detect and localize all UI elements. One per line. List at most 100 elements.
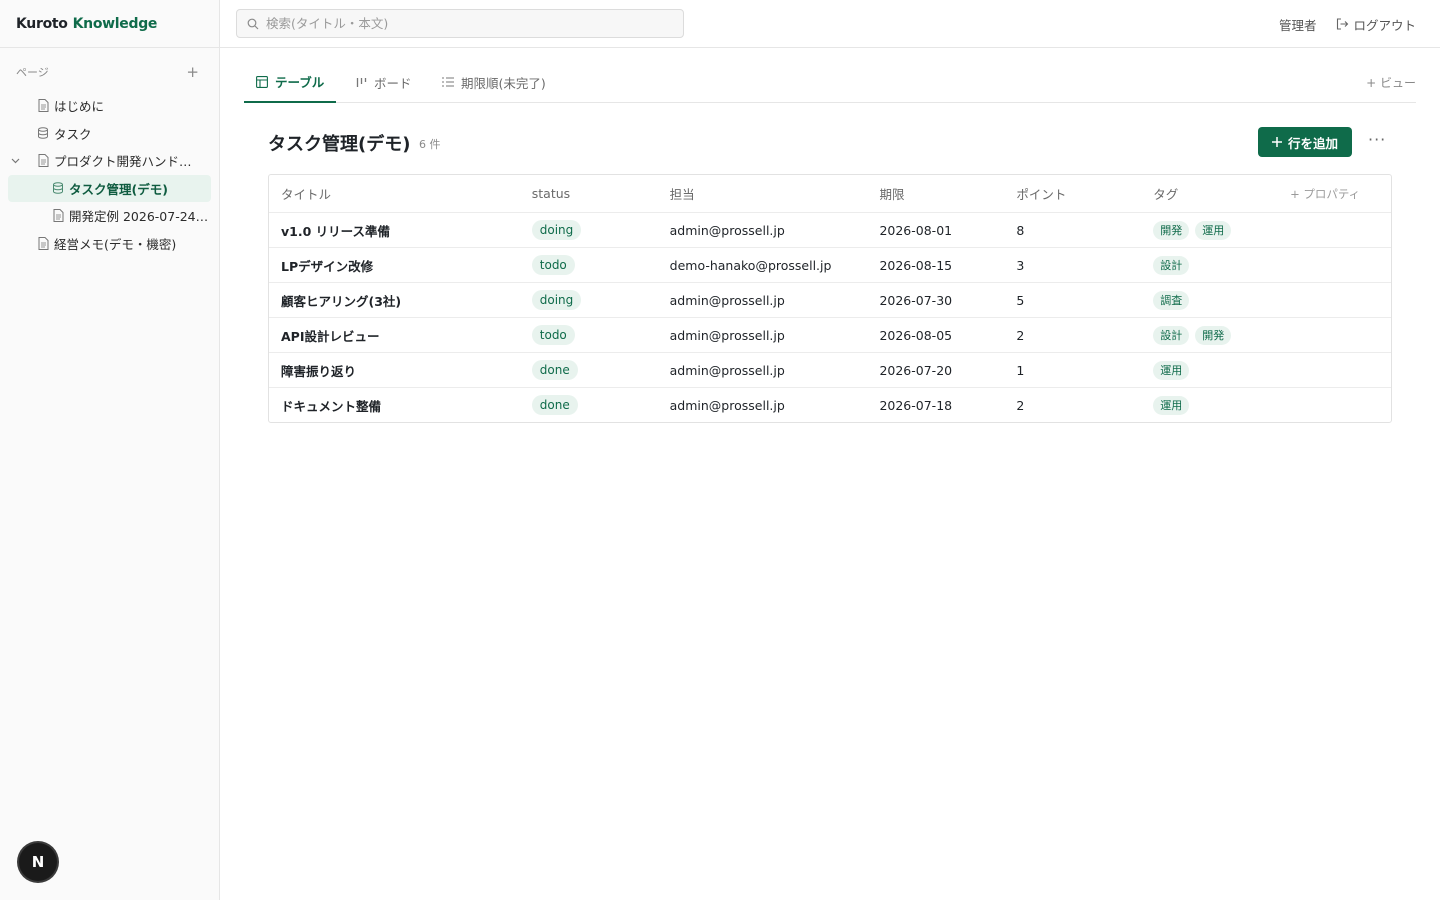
cell-due[interactable]: 2026-07-18 bbox=[867, 398, 1004, 413]
add-page-icon[interactable]: + bbox=[186, 64, 199, 80]
cell-tags[interactable]: 調査 bbox=[1141, 290, 1278, 310]
user-menu: 管理者 ログアウト bbox=[1279, 0, 1416, 48]
chevron-down-icon[interactable] bbox=[8, 158, 22, 164]
more-options-button[interactable]: ··· bbox=[1368, 130, 1386, 149]
add-row-button[interactable]: 行を追加 bbox=[1258, 127, 1352, 157]
tab-label: ボード bbox=[374, 75, 412, 91]
cell-owner[interactable]: admin@prossell.jp bbox=[658, 328, 868, 343]
logout-button[interactable]: ログアウト bbox=[1336, 15, 1416, 34]
pages-section-header: ページ + bbox=[16, 62, 199, 82]
user-role-label: 管理者 bbox=[1278, 17, 1317, 33]
nextjs-devtools-button[interactable]: N bbox=[19, 843, 57, 881]
cell-owner[interactable]: demo-hanako@prossell.jp bbox=[658, 258, 868, 273]
add-view-button[interactable]: + ビュー bbox=[1366, 74, 1416, 91]
cell-points[interactable]: 2 bbox=[1004, 328, 1141, 343]
cell-title[interactable]: 顧客ヒアリング(3社) bbox=[269, 291, 521, 310]
logout-label: ログアウト bbox=[1353, 17, 1416, 33]
table-row[interactable]: API設計レビュー todo admin@prossell.jp 2026-08… bbox=[269, 317, 1391, 352]
cell-tags[interactable]: 設計 bbox=[1141, 255, 1278, 275]
cell-status[interactable]: todo bbox=[521, 255, 658, 275]
cell-title[interactable]: ドキュメント整備 bbox=[269, 396, 521, 415]
tag-badge: 運用 bbox=[1195, 220, 1232, 240]
cell-owner[interactable]: admin@prossell.jp bbox=[658, 223, 868, 238]
col-header-status[interactable]: status bbox=[521, 186, 658, 201]
table-row[interactable]: 顧客ヒアリング(3社) doing admin@prossell.jp 2026… bbox=[269, 282, 1391, 317]
status-badge: todo bbox=[531, 325, 575, 345]
table-row[interactable]: 障害振り返り done admin@prossell.jp 2026-07-20… bbox=[269, 352, 1391, 387]
table-row[interactable]: ドキュメント整備 done admin@prossell.jp 2026-07-… bbox=[269, 387, 1391, 422]
document-icon bbox=[36, 154, 50, 168]
col-header-title[interactable]: タイトル bbox=[269, 184, 521, 203]
database-icon bbox=[36, 126, 50, 140]
app-brand[interactable]: Kuroto Knowledge bbox=[0, 0, 219, 48]
table-row[interactable]: LPデザイン改修 todo demo-hanako@prossell.jp 20… bbox=[269, 247, 1391, 282]
cell-status[interactable]: doing bbox=[521, 290, 658, 310]
cell-title[interactable]: API設計レビュー bbox=[269, 326, 521, 345]
cell-tags[interactable]: 開発 運用 bbox=[1141, 220, 1278, 240]
cell-tags[interactable]: 設計 開発 bbox=[1141, 325, 1278, 345]
tab-label: テーブル bbox=[275, 75, 325, 90]
tab-due-order[interactable]: 期限順(未完了) bbox=[430, 62, 558, 102]
search-box[interactable] bbox=[236, 9, 684, 38]
cell-due[interactable]: 2026-08-01 bbox=[867, 223, 1004, 238]
tab-board[interactable]: ボード bbox=[344, 62, 424, 102]
cell-tags[interactable]: 運用 bbox=[1141, 360, 1278, 380]
cell-due[interactable]: 2026-07-30 bbox=[867, 293, 1004, 308]
col-header-owner[interactable]: 担当 bbox=[658, 184, 868, 203]
list-icon bbox=[442, 77, 454, 87]
cell-status[interactable]: doing bbox=[521, 220, 658, 240]
tag-badge: 運用 bbox=[1153, 360, 1190, 380]
col-header-points[interactable]: ポイント bbox=[1004, 184, 1141, 203]
cell-status[interactable]: done bbox=[521, 360, 658, 380]
cell-status[interactable]: done bbox=[521, 395, 658, 415]
tag-badge: 開発 bbox=[1195, 325, 1232, 345]
sidebar-item-product-handbook[interactable]: プロダクト開発ハンド… bbox=[8, 147, 211, 175]
database-icon bbox=[51, 181, 65, 195]
page-title: タスク管理(デモ) bbox=[268, 134, 411, 155]
add-property-button[interactable]: + プロパティ bbox=[1278, 186, 1391, 202]
topbar: 管理者 ログアウト bbox=[220, 0, 1440, 48]
cell-status[interactable]: todo bbox=[521, 325, 658, 345]
table-header-row: タイトル status 担当 期限 ポイント タグ + プロパティ bbox=[269, 175, 1391, 212]
brand-name: Kuroto bbox=[16, 15, 68, 32]
cell-tags[interactable]: 運用 bbox=[1141, 395, 1278, 415]
search-icon bbox=[247, 18, 259, 29]
cell-points[interactable]: 2 bbox=[1004, 398, 1141, 413]
sidebar-item-label: プロダクト開発ハンド… bbox=[54, 154, 192, 170]
sidebar-item-label: 経営メモ(デモ・機密) bbox=[54, 236, 177, 252]
cell-due[interactable]: 2026-08-05 bbox=[867, 328, 1004, 343]
sidebar-item-dev-meeting[interactable]: 開発定例 2026-07-24… bbox=[8, 202, 211, 230]
cell-title[interactable]: LPデザイン改修 bbox=[269, 256, 521, 275]
table-row[interactable]: v1.0 リリース準備 doing admin@prossell.jp 2026… bbox=[269, 212, 1391, 247]
cell-owner[interactable]: admin@prossell.jp bbox=[658, 293, 868, 308]
status-badge: todo bbox=[531, 255, 575, 275]
document-icon bbox=[51, 209, 65, 223]
tab-table[interactable]: テーブル bbox=[244, 62, 337, 103]
sidebar-item-management-memo[interactable]: 経営メモ(デモ・機密) bbox=[8, 230, 211, 258]
sidebar: Kuroto Knowledge ページ + はじめに タスク プロダクト開発ハ… bbox=[0, 0, 220, 900]
brand-accent: Knowledge bbox=[72, 15, 158, 32]
tag-badge: 調査 bbox=[1153, 290, 1190, 310]
col-header-tags[interactable]: タグ bbox=[1141, 184, 1278, 203]
cell-points[interactable]: 8 bbox=[1004, 223, 1141, 238]
cell-due[interactable]: 2026-08-15 bbox=[867, 258, 1004, 273]
cell-owner[interactable]: admin@prossell.jp bbox=[658, 398, 868, 413]
cell-points[interactable]: 1 bbox=[1004, 363, 1141, 378]
cell-title[interactable]: 障害振り返り bbox=[269, 361, 521, 380]
status-badge: done bbox=[531, 395, 578, 415]
board-icon bbox=[356, 77, 367, 87]
col-header-due[interactable]: 期限 bbox=[867, 184, 1004, 203]
view-tabs: テーブル ボード 期限順(未完了) + ビュー bbox=[244, 62, 1416, 103]
sidebar-item-label: タスク管理(デモ) bbox=[69, 181, 168, 197]
cell-points[interactable]: 5 bbox=[1004, 293, 1141, 308]
sidebar-item-task-management-demo[interactable]: タスク管理(デモ) bbox=[8, 174, 211, 202]
document-icon bbox=[36, 236, 50, 250]
search-input[interactable] bbox=[266, 16, 666, 31]
cell-due[interactable]: 2026-07-20 bbox=[867, 363, 1004, 378]
cell-title[interactable]: v1.0 リリース準備 bbox=[269, 221, 521, 240]
cell-owner[interactable]: admin@prossell.jp bbox=[658, 363, 868, 378]
sidebar-item-intro[interactable]: はじめに bbox=[8, 92, 211, 120]
sidebar-item-tasks[interactable]: タスク bbox=[8, 120, 211, 148]
cell-points[interactable]: 3 bbox=[1004, 258, 1141, 273]
status-badge: doing bbox=[531, 290, 582, 310]
